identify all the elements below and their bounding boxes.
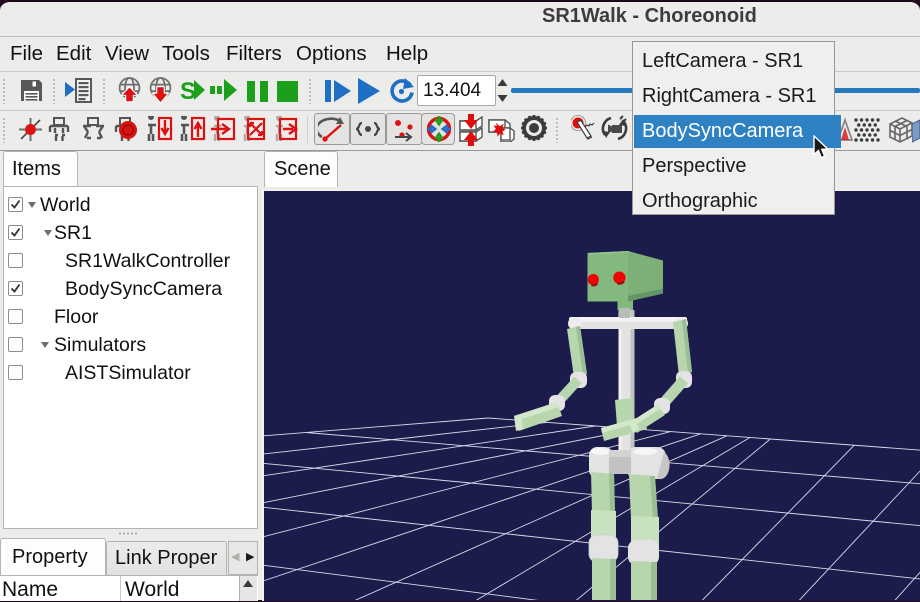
svg-text:S: S	[180, 78, 196, 103]
